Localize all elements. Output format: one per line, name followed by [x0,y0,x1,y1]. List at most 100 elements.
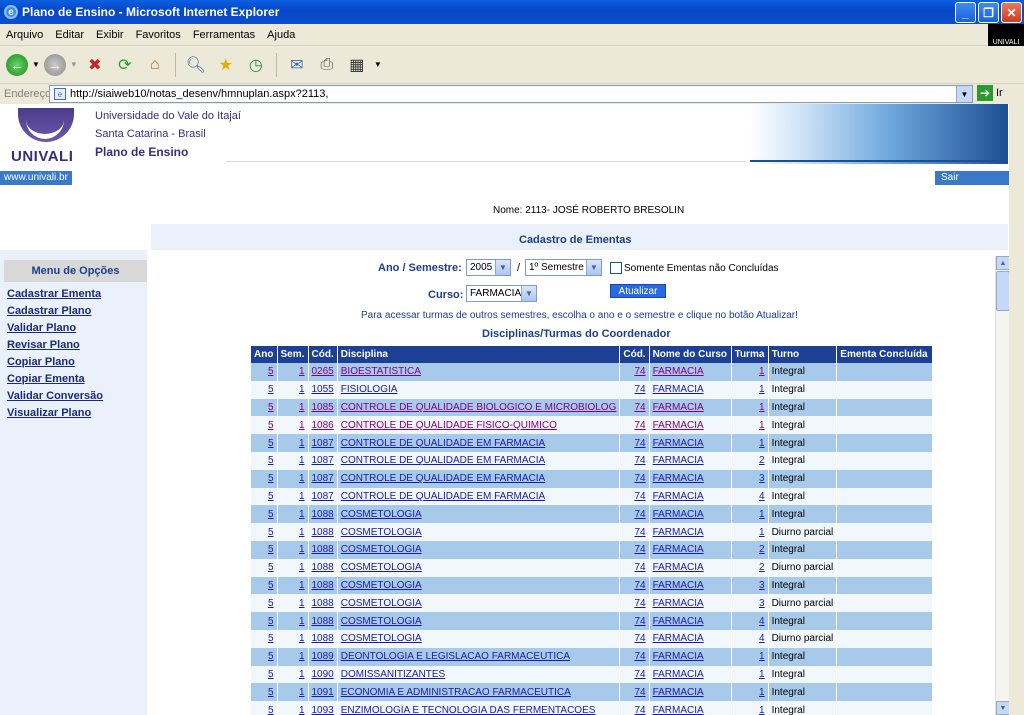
cell-turma[interactable]: 4 [731,629,769,648]
sidebar-item-cadastrar-plano[interactable]: Cadastrar Plano [7,303,103,320]
favorites-icon[interactable]: ★ [213,52,239,78]
semester-select[interactable]: 1º Semestre ▼ [525,259,602,276]
cell-cod-curso[interactable]: 74 [619,523,650,541]
back-icon[interactable]: ← [6,53,28,76]
menu-favoritos[interactable]: Favoritos [130,29,187,41]
cell-disciplina[interactable]: CONTROLE DE QUALIDADE FISICO-QUIMICO [337,416,621,435]
cell-cod-curso[interactable]: 74 [619,416,650,435]
cell-sem[interactable]: 1 [277,398,309,417]
cell-turma[interactable]: 4 [731,612,769,630]
cell-disciplina[interactable]: COSMETOLOGIA [337,594,621,613]
cell-cod-disc[interactable]: 1093 [308,701,338,715]
cell-sem[interactable]: 1 [277,380,309,399]
cell-cod-disc[interactable]: 1088 [308,629,338,648]
go-arrow-icon[interactable]: ➔ [977,85,993,101]
chevron-down-icon[interactable]: ▼ [586,260,601,275]
menu-ferramentas[interactable]: Ferramentas [187,29,261,41]
cell-nome-curso[interactable]: FARMACIA [649,612,732,630]
cell-cod-disc[interactable]: 1088 [308,576,338,595]
cell-cod-curso[interactable]: 74 [619,380,650,399]
sidebar-item-visualizar-plano[interactable]: Visualizar Plano [7,405,103,422]
cell-ano[interactable]: 5 [251,558,278,577]
cell-ano[interactable]: 5 [251,363,278,381]
address-url[interactable]: http://siaiweb10/notas_desenv/hmnuplan.a… [70,88,328,100]
cell-turma[interactable]: 4 [731,487,769,506]
go-button[interactable]: ➔ Ir [977,85,1003,101]
update-button[interactable]: Atualizar [610,284,666,298]
cell-cod-curso[interactable]: 74 [619,434,650,452]
cell-nome-curso[interactable]: FARMACIA [649,363,732,381]
cell-sem[interactable]: 1 [277,647,309,666]
cell-ano[interactable]: 5 [251,540,278,559]
cell-turma[interactable]: 1 [731,647,769,666]
cell-sem[interactable]: 1 [277,665,309,684]
cell-cod-curso[interactable]: 74 [619,363,650,381]
edit-icon[interactable]: ▦ [344,52,370,78]
cell-cod-disc[interactable]: 1086 [308,416,338,435]
cell-turma[interactable]: 3 [731,576,769,595]
cell-turma[interactable]: 1 [731,363,769,381]
cell-turma[interactable]: 1 [731,434,769,452]
cell-nome-curso[interactable]: FARMACIA [649,576,732,595]
mail-icon[interactable]: ✉ [284,52,310,78]
cell-turma[interactable]: 1 [731,398,769,417]
logout-link[interactable]: Sair [935,171,1009,185]
cell-disciplina[interactable]: BIOESTATISTICA [337,363,621,381]
cell-cod-disc[interactable]: 1087 [308,434,338,452]
cell-cod-curso[interactable]: 74 [619,558,650,577]
cell-nome-curso[interactable]: FARMACIA [649,594,732,613]
chevron-down-icon[interactable]: ▼ [495,260,510,275]
scroll-down-icon[interactable]: ▼ [996,701,1010,715]
cell-turma[interactable]: 1 [731,701,769,715]
content-scrollbar[interactable]: ▲ ▼ [995,256,1010,715]
cell-ano[interactable]: 5 [251,683,278,702]
cell-cod-disc[interactable]: 1087 [308,469,338,488]
cell-ano[interactable]: 5 [251,612,278,630]
cell-sem[interactable]: 1 [277,416,309,435]
cell-cod-disc[interactable]: 1088 [308,505,338,524]
cell-nome-curso[interactable]: FARMACIA [649,469,732,488]
sidebar-item-validar-conversao[interactable]: Validar Conversão [7,388,103,405]
cell-ano[interactable]: 5 [251,647,278,666]
forward-dropdown-icon[interactable]: ▼ [70,60,78,69]
cell-nome-curso[interactable]: FARMACIA [649,683,732,702]
cell-disciplina[interactable]: CONTROLE DE QUALIDADE EM FARMACIA [337,434,621,452]
cell-ano[interactable]: 5 [251,416,278,435]
cell-disciplina[interactable]: COSMETOLOGIA [337,612,621,630]
cell-disciplina[interactable]: CONTROLE DE QUALIDADE BIOLOGICO E MICROB… [337,398,621,417]
cell-turma[interactable]: 1 [731,665,769,684]
cell-turma[interactable]: 1 [731,505,769,524]
print-icon[interactable]: ⎙ [314,52,340,78]
cell-sem[interactable]: 1 [277,558,309,577]
cell-ano[interactable]: 5 [251,398,278,417]
cell-sem[interactable]: 1 [277,612,309,630]
cell-turma[interactable]: 2 [731,540,769,559]
cell-cod-disc[interactable]: 1090 [308,665,338,684]
cell-cod-disc[interactable]: 1089 [308,647,338,666]
cell-cod-curso[interactable]: 74 [619,398,650,417]
course-select[interactable]: FARMACIA ▼ [466,285,537,302]
home-icon[interactable]: ⌂ [142,52,168,78]
sidebar-item-cadastrar-ementa[interactable]: Cadastrar Ementa [7,286,103,303]
scroll-thumb[interactable] [996,271,1010,311]
cell-turma[interactable]: 2 [731,558,769,577]
cell-turma[interactable]: 1 [731,683,769,702]
cell-cod-disc[interactable]: 1085 [308,398,338,417]
cell-nome-curso[interactable]: FARMACIA [649,629,732,648]
cell-cod-curso[interactable]: 74 [619,612,650,630]
sidebar-item-validar-plano[interactable]: Validar Plano [7,320,103,337]
cell-disciplina[interactable]: DOMISSANITIZANTES [337,665,621,684]
forward-icon[interactable]: → [43,53,66,76]
edit-dropdown-icon[interactable]: ▼ [374,60,382,69]
cell-cod-disc[interactable]: 1087 [308,451,338,470]
cell-ano[interactable]: 5 [251,665,278,684]
cell-cod-disc[interactable]: 1088 [308,540,338,559]
chevron-down-icon[interactable]: ▼ [521,286,536,301]
year-value[interactable]: 2005 [470,262,492,273]
cell-nome-curso[interactable]: FARMACIA [649,505,732,524]
cell-ano[interactable]: 5 [251,523,278,541]
refresh-icon[interactable]: ⟳ [112,52,138,78]
cell-cod-disc[interactable]: 0265 [308,363,338,381]
cell-cod-curso[interactable]: 74 [619,594,650,613]
cell-disciplina[interactable]: CONTROLE DE QUALIDADE EM FARMACIA [337,451,621,470]
